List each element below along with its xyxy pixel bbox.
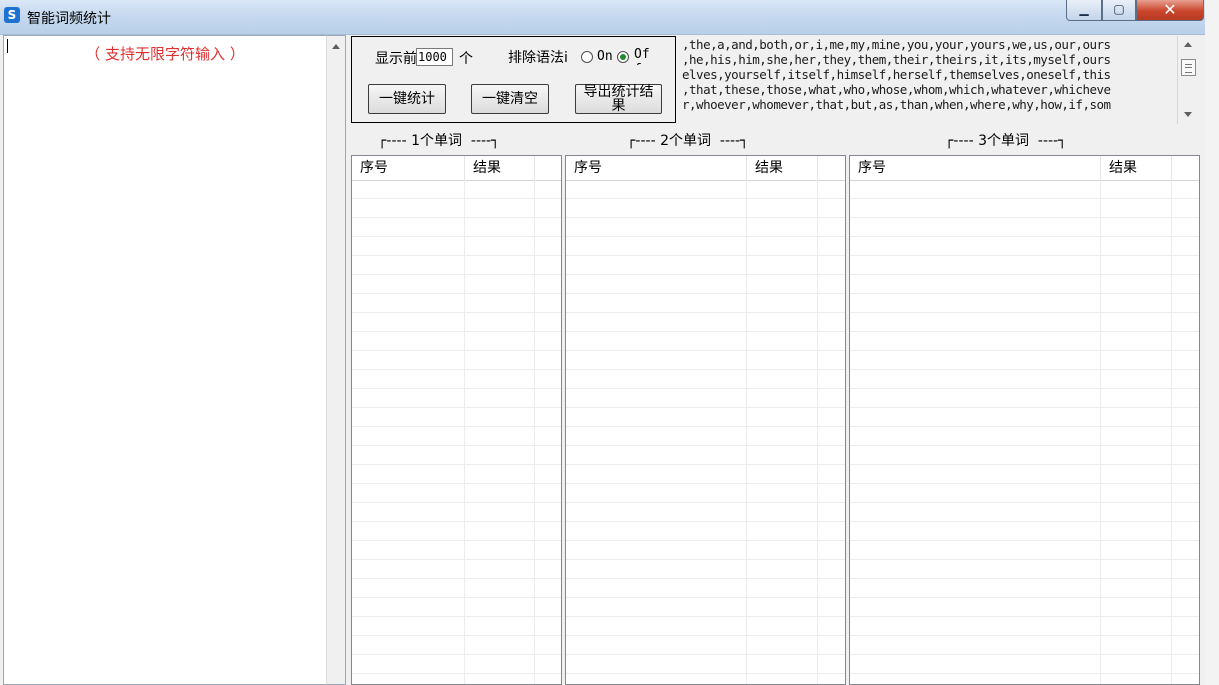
maximize-button[interactable]: ▢	[1102, 0, 1136, 21]
table-header: 序号 结果	[352, 156, 561, 181]
column-header-result[interactable]: 结果	[1101, 156, 1172, 180]
stopwords-textbox[interactable]: ,the,a,and,both,or,i,me,my,mine,you,your…	[680, 36, 1177, 124]
window-title: 智能词频统计	[27, 11, 111, 27]
minimize-button[interactable]: ▁	[1066, 0, 1102, 21]
title-bar[interactable]: S 智能词频统计 ▁ ▢ ✕	[0, 0, 1205, 35]
table-header: 序号 结果	[566, 156, 845, 181]
radio-on[interactable]	[581, 51, 593, 63]
app-icon: S	[4, 7, 20, 23]
stopwords-line: elves,yourself,itself,himself,herself,th…	[682, 67, 1111, 82]
scroll-thumb[interactable]	[1181, 59, 1196, 76]
input-hint: （ 支持无限字符输入 ）	[85, 45, 245, 63]
radio-off[interactable]	[617, 51, 629, 63]
stopwords-text: ,the,a,and,both,or,i,me,my,mine,you,your…	[680, 36, 1177, 113]
result-table-1-word[interactable]: 序号 结果	[351, 155, 562, 685]
table-body	[352, 180, 561, 684]
column-header-index[interactable]: 序号	[352, 156, 465, 180]
column-header-index[interactable]: 序号	[566, 156, 747, 180]
column-header-index[interactable]: 序号	[850, 156, 1101, 180]
close-button[interactable]: ✕	[1136, 0, 1204, 21]
top-n-input[interactable]: 1000	[416, 48, 453, 66]
radio-on-label[interactable]: On	[597, 49, 613, 64]
unit-label: 个	[459, 51, 473, 67]
export-button[interactable]: 导出统计结果	[575, 84, 662, 114]
table-body	[850, 180, 1199, 684]
stopwords-line: ,he,his,him,she,her,they,them,their,thei…	[682, 52, 1111, 67]
section-title-2-words: ┌---- 2个单词 ----┐	[627, 133, 749, 149]
column-header-result[interactable]: 结果	[465, 156, 535, 180]
result-table-3-words[interactable]: 序号 结果	[849, 155, 1200, 685]
radio-off-label[interactable]: Of f	[634, 47, 652, 65]
input-scrollbar[interactable]	[326, 35, 346, 685]
count-button[interactable]: 一键统计	[368, 84, 446, 114]
stopwords-line: ,the,a,and,both,or,i,me,my,mine,you,your…	[682, 37, 1111, 52]
show-top-label: 显示前	[375, 51, 417, 67]
scroll-up-icon[interactable]	[332, 44, 340, 49]
stopwords-scrollbar[interactable]	[1177, 36, 1198, 124]
exclude-grammar-label: 排除语法i	[508, 50, 568, 66]
table-header: 序号 结果	[850, 156, 1199, 181]
column-header-result[interactable]: 结果	[747, 156, 818, 180]
table-body	[566, 180, 845, 684]
stopwords-line: r,whoever,whomever,that,but,as,than,when…	[682, 97, 1111, 112]
stopwords-line: ,that,these,those,what,who,whose,whom,wh…	[682, 82, 1111, 97]
scroll-up-icon[interactable]	[1184, 42, 1192, 47]
background-window-edge	[1205, 0, 1219, 685]
section-title-1-word: ┌---- 1个单词 ----┐	[378, 133, 500, 149]
clear-button[interactable]: 一键清空	[471, 84, 549, 114]
scroll-down-icon[interactable]	[1184, 112, 1192, 117]
result-table-2-words[interactable]: 序号 结果	[565, 155, 846, 685]
control-panel: 显示前 1000 个 排除语法i On Of f 一键统计 一键清空 导出统计结…	[351, 36, 676, 123]
section-title-3-words: ┌---- 3个单词 ----┐	[945, 133, 1067, 149]
text-input-area[interactable]: （ 支持无限字符输入 ）	[3, 35, 326, 685]
main-window: S 智能词频统计 ▁ ▢ ✕ （ 支持无限字符输入 ） 显示前 1000 个 排…	[0, 0, 1205, 685]
